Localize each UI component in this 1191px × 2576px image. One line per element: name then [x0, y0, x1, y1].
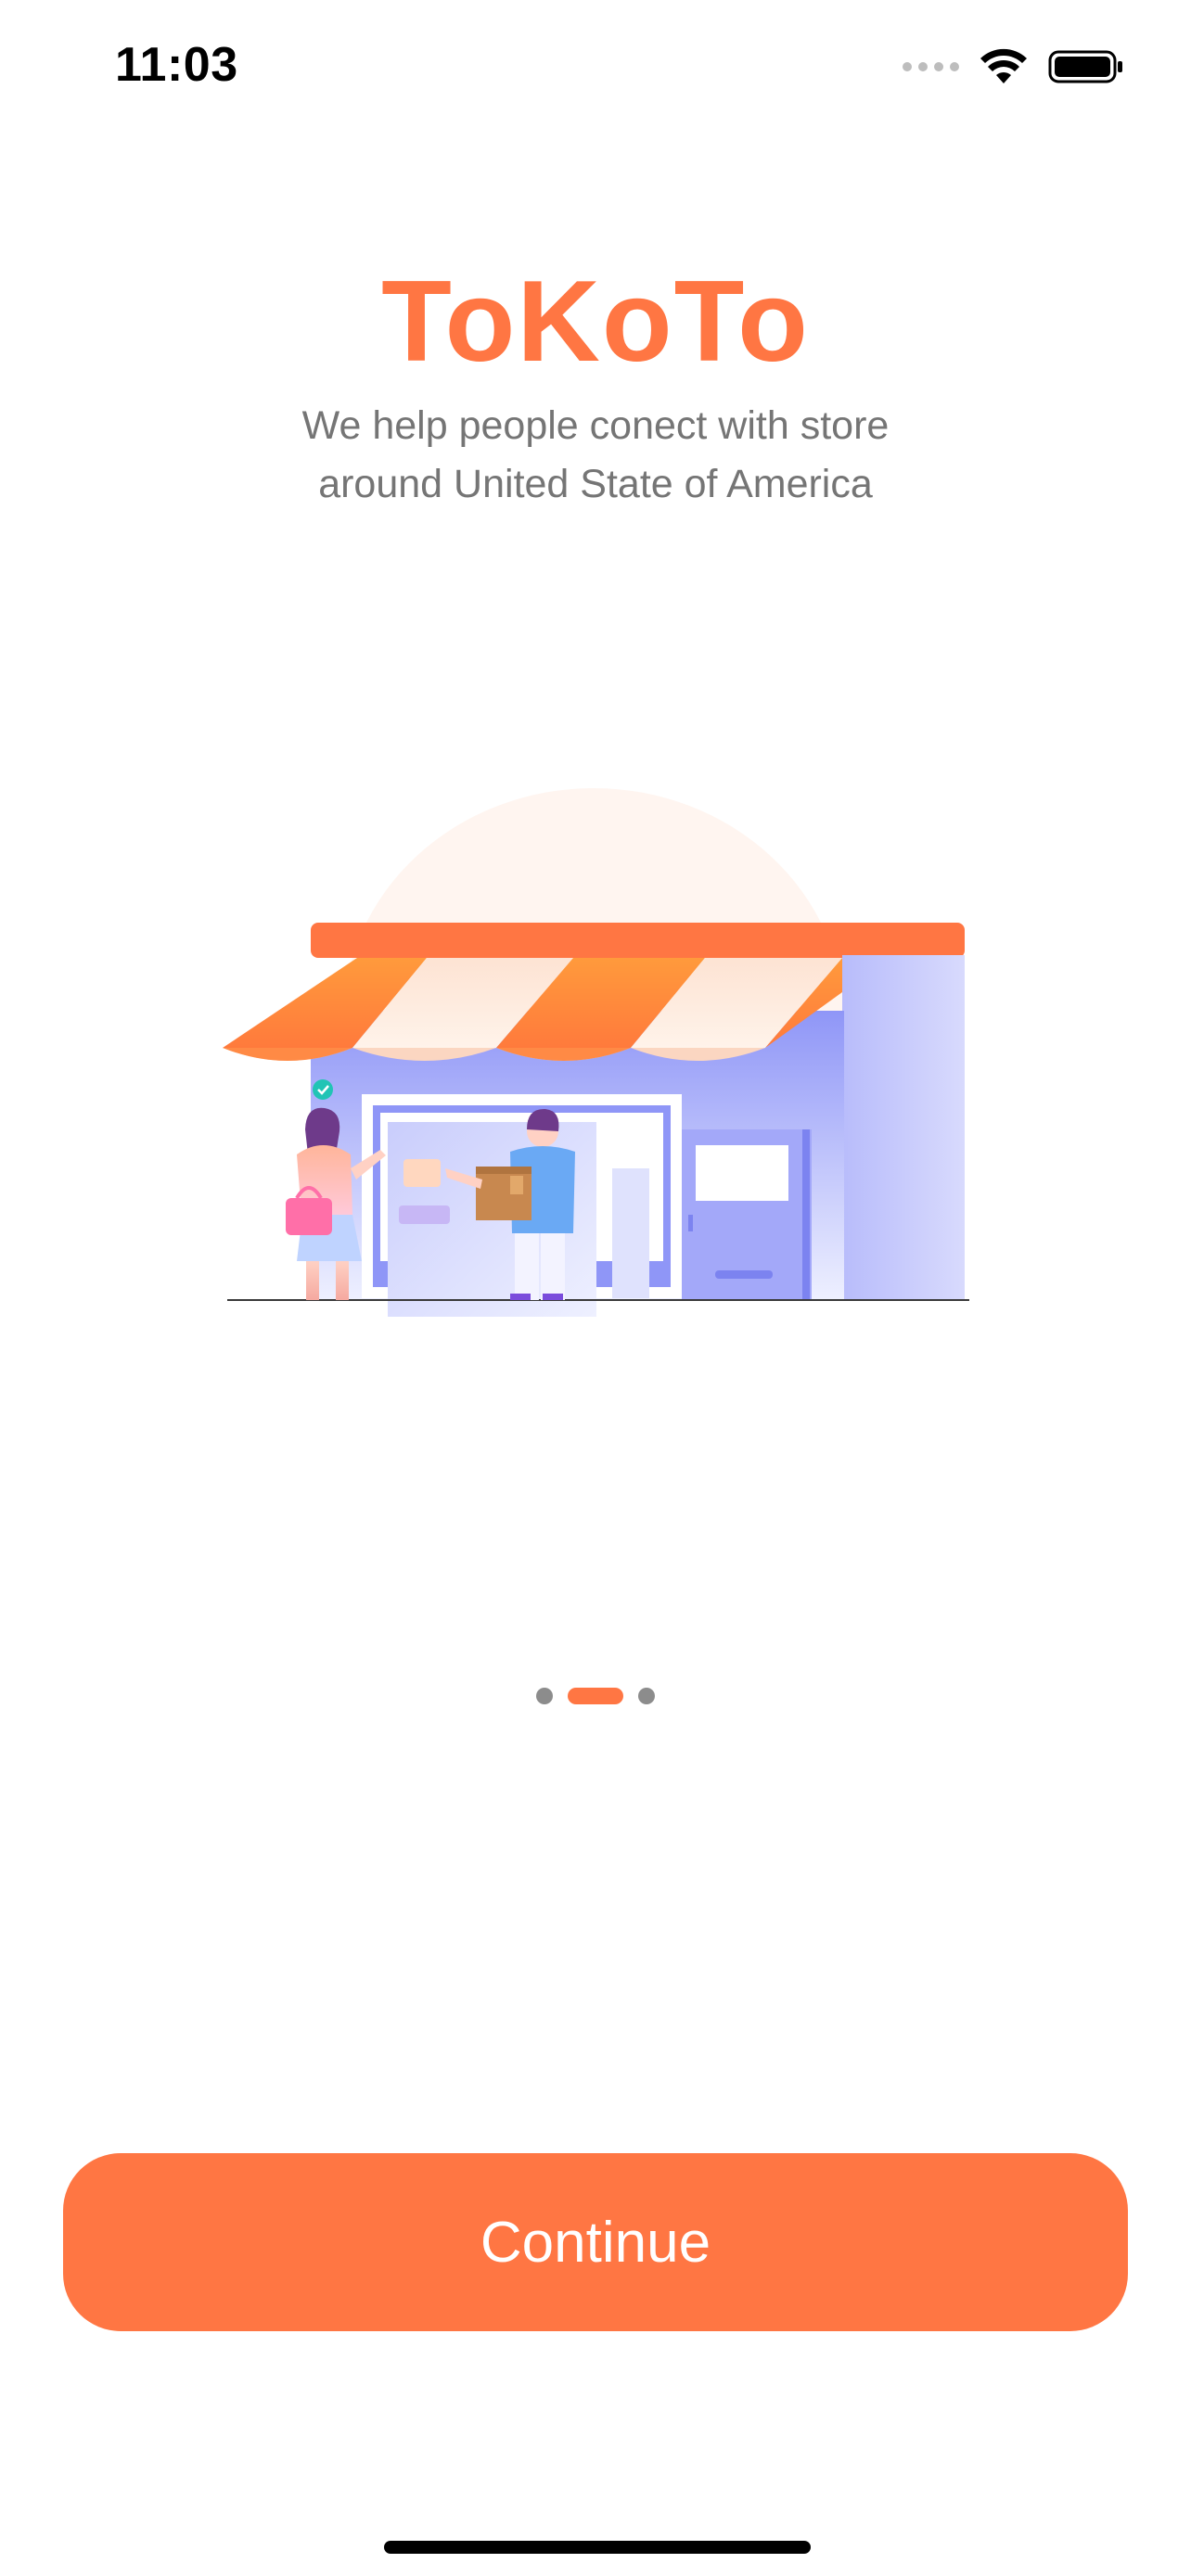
status-time: 11:03	[115, 38, 238, 92]
wifi-icon	[980, 48, 1027, 83]
page-dot	[638, 1688, 655, 1704]
status-bar: 11:03	[0, 0, 1191, 130]
battery-icon	[1048, 50, 1122, 83]
continue-button[interactable]: Continue	[63, 2153, 1128, 2331]
status-icons	[903, 43, 1124, 91]
subtitle-line: around United State of America	[318, 462, 873, 506]
page-dot-active	[568, 1688, 623, 1704]
app-subtitle: We help people conect with store around …	[0, 397, 1191, 514]
app-title: ToKoTo	[381, 258, 810, 386]
page-indicator	[0, 1688, 1191, 1704]
subtitle-line: We help people conect with store	[301, 403, 890, 448]
storefront-illustration	[223, 788, 969, 1317]
home-indicator[interactable]	[384, 2541, 811, 2554]
signal-icon	[903, 62, 959, 71]
page-dot	[536, 1688, 553, 1704]
